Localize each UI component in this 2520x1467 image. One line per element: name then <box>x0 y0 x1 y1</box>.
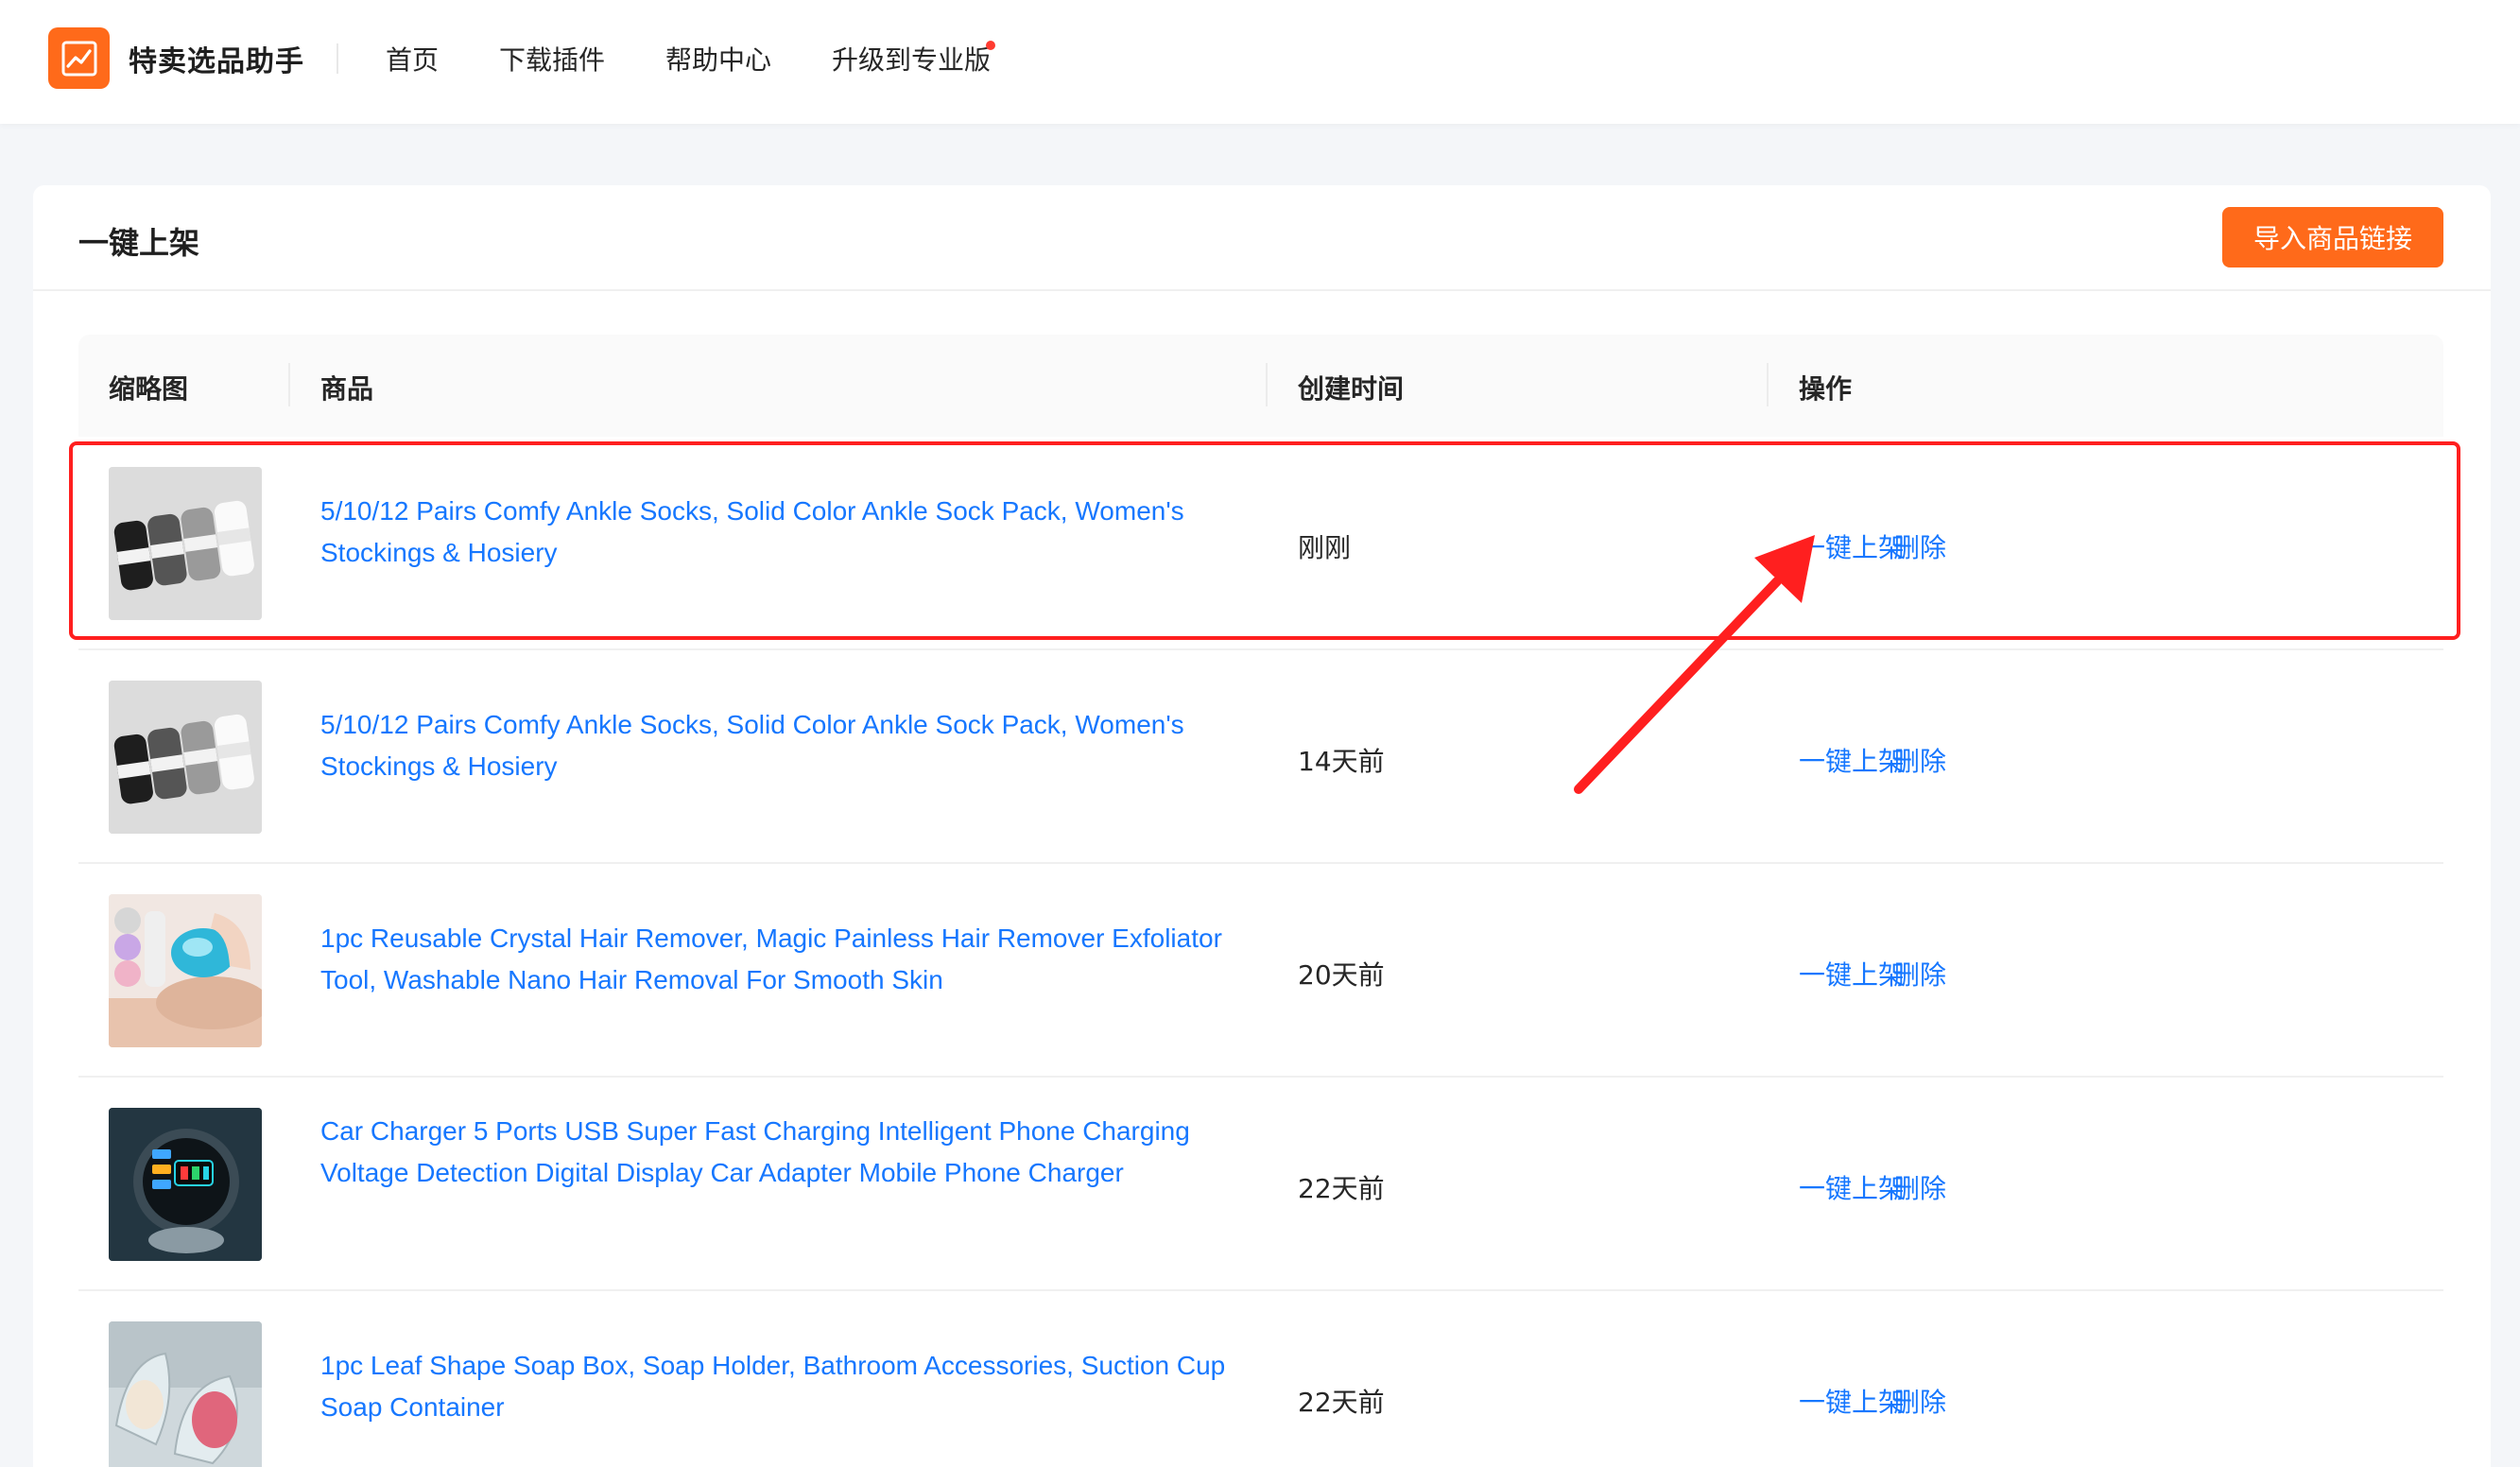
created-time: 22天前 <box>1298 1387 1385 1418</box>
table-header: 缩略图 商品 创建时间 操作 <box>78 335 2443 437</box>
header-divider <box>337 43 338 74</box>
table-row: 5/10/12 Pairs Comfy Ankle Socks, Solid C… <box>78 437 2443 650</box>
one-click-list-button[interactable]: 一键上架 <box>1799 527 1905 565</box>
delete-button[interactable]: 删除 <box>1893 1168 1946 1206</box>
nav-home[interactable]: 首页 <box>386 40 439 78</box>
column-separator <box>1767 363 1769 406</box>
delete-button[interactable]: 删除 <box>1893 955 1946 992</box>
product-title-link[interactable]: 1pc Reusable Crystal Hair Remover, Magic… <box>320 918 1228 1001</box>
notification-dot <box>986 41 995 50</box>
one-click-list-button[interactable]: 一键上架 <box>1799 741 1905 779</box>
nav-help-center[interactable]: 帮助中心 <box>665 40 771 78</box>
created-time: 20天前 <box>1298 959 1385 991</box>
created-time: 22天前 <box>1298 1173 1385 1204</box>
nav-download-plugin[interactable]: 下载插件 <box>499 40 605 78</box>
one-click-list-button[interactable]: 一键上架 <box>1799 1382 1905 1420</box>
page-title: 一键上架 <box>78 225 200 261</box>
product-title-link[interactable]: 5/10/12 Pairs Comfy Ankle Socks, Solid C… <box>320 491 1228 574</box>
nav-upgrade-pro[interactable]: 升级到专业版 <box>832 40 991 78</box>
trend-chart-icon <box>61 41 96 76</box>
product-thumbnail[interactable] <box>109 681 262 834</box>
card-divider <box>33 289 2491 291</box>
column-header-thumbnail: 缩略图 <box>109 373 189 405</box>
product-title-link[interactable]: Car Charger 5 Ports USB Super Fast Charg… <box>320 1111 1228 1194</box>
listing-card: 一键上架 导入商品链接 缩略图 商品 创建时间 操作 5/10/12 Pairs… <box>33 185 2491 1467</box>
table-row: 5/10/12 Pairs Comfy Ankle Socks, Solid C… <box>78 650 2443 864</box>
column-header-actions: 操作 <box>1799 373 1853 405</box>
product-thumbnail[interactable] <box>109 467 262 620</box>
app-title: 特卖选品助手 <box>129 45 304 78</box>
created-time: 14天前 <box>1298 746 1385 777</box>
delete-button[interactable]: 删除 <box>1893 1382 1946 1420</box>
delete-button[interactable]: 删除 <box>1893 527 1946 565</box>
import-product-link-button[interactable]: 导入商品链接 <box>2222 207 2443 268</box>
app-logo[interactable] <box>48 27 110 89</box>
product-thumbnail[interactable] <box>109 894 262 1047</box>
column-header-created-time: 创建时间 <box>1298 373 1405 405</box>
column-header-product: 商品 <box>320 373 374 405</box>
table-row: 1pc Leaf Shape Soap Box, Soap Holder, Ba… <box>78 1291 2443 1467</box>
product-title-link[interactable]: 1pc Leaf Shape Soap Box, Soap Holder, Ba… <box>320 1345 1228 1428</box>
table-row: Car Charger 5 Ports USB Super Fast Charg… <box>78 1078 2443 1291</box>
product-thumbnail[interactable] <box>109 1321 262 1467</box>
delete-button[interactable]: 删除 <box>1893 741 1946 779</box>
product-title-link[interactable]: 5/10/12 Pairs Comfy Ankle Socks, Solid C… <box>320 704 1228 787</box>
column-separator <box>1266 363 1268 406</box>
product-thumbnail[interactable] <box>109 1108 262 1261</box>
column-separator <box>288 363 290 406</box>
one-click-list-button[interactable]: 一键上架 <box>1799 1168 1905 1206</box>
created-time: 刚刚 <box>1298 532 1352 563</box>
top-nav-bar: 特卖选品助手 首页 下载插件 帮助中心 升级到专业版 <box>0 0 2520 124</box>
table-row: 1pc Reusable Crystal Hair Remover, Magic… <box>78 864 2443 1078</box>
one-click-list-button[interactable]: 一键上架 <box>1799 955 1905 992</box>
